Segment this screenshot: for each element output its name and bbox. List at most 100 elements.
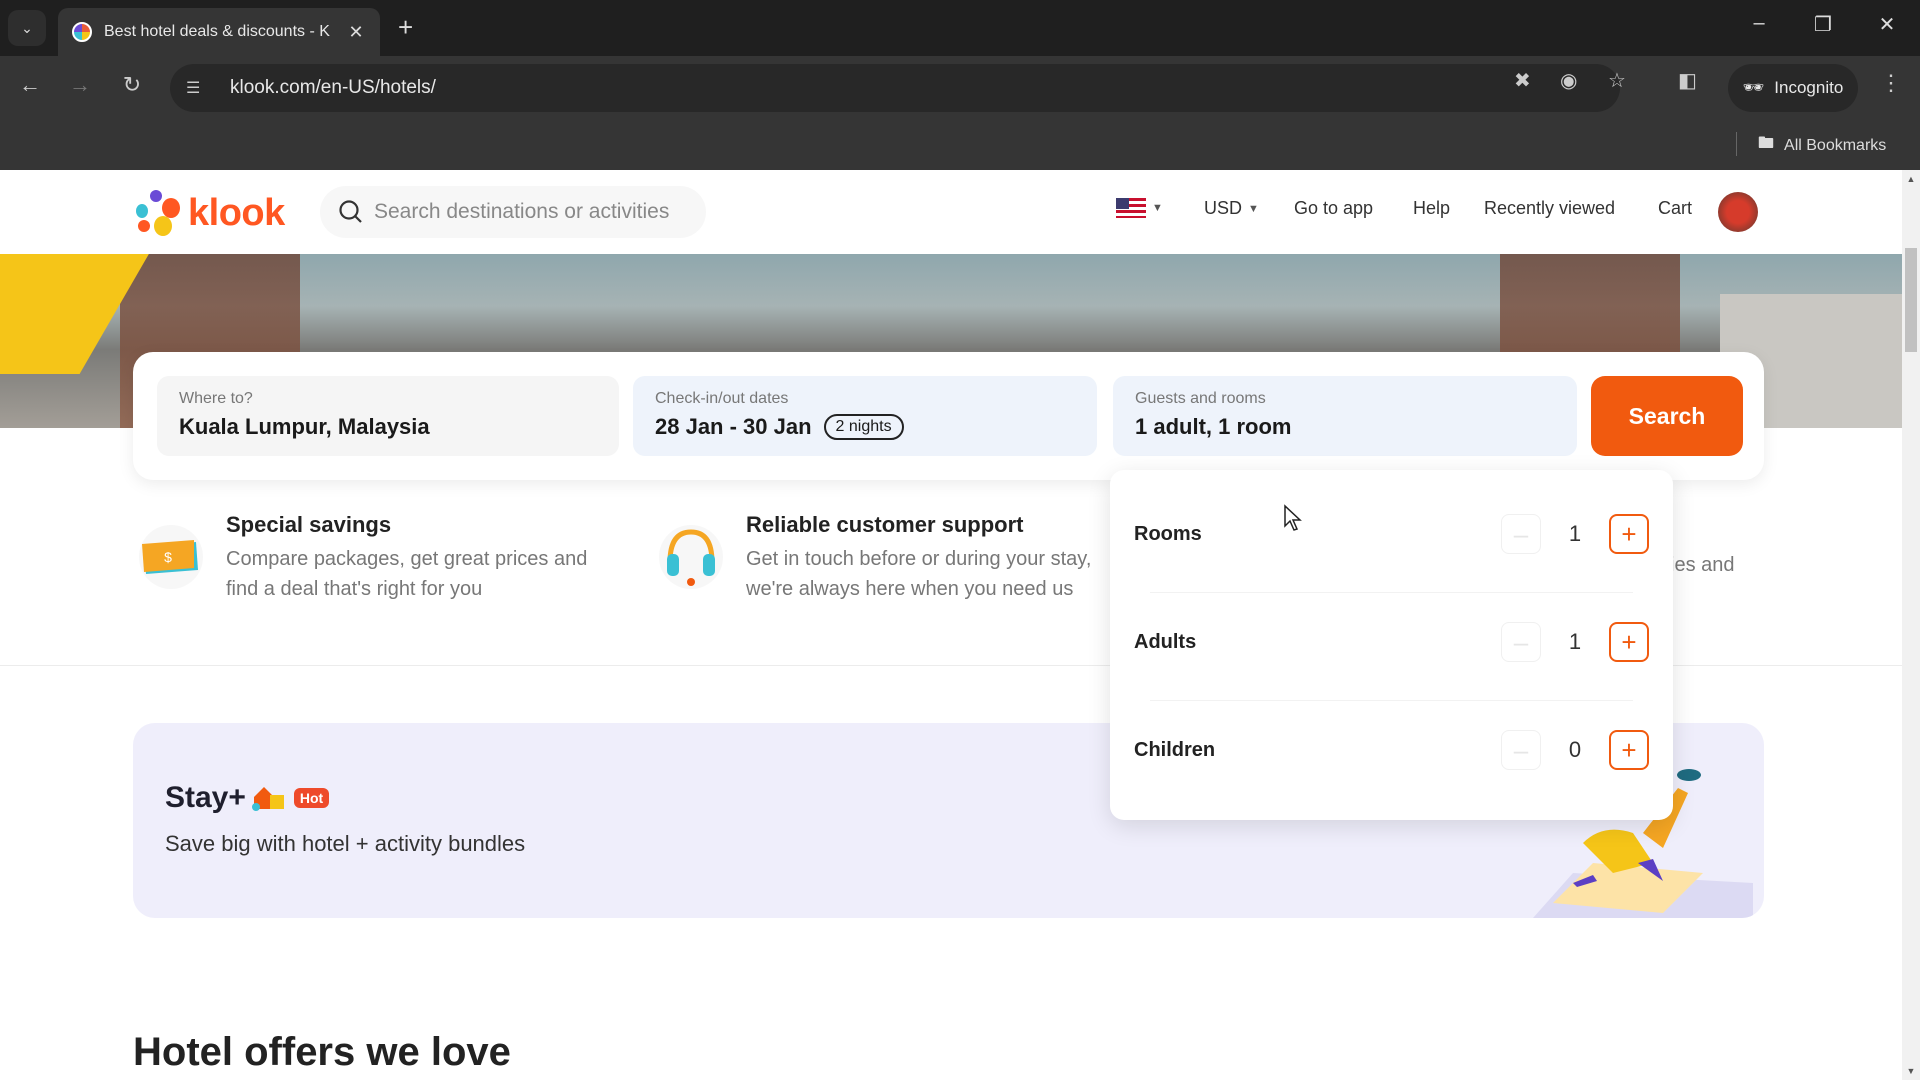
feature-title: Special savings — [226, 512, 392, 537]
headset-icon — [659, 525, 723, 589]
caret-down-icon: ▼ — [1248, 202, 1259, 215]
destination-value: Kuala Lumpur, Malaysia — [179, 414, 430, 439]
hotel-offers-heading: Hotel offers we love — [133, 1030, 511, 1074]
klook-logo[interactable]: klook — [132, 190, 285, 236]
language-selector[interactable]: ▼ — [1116, 198, 1163, 218]
close-window-icon[interactable]: ✕ — [1872, 12, 1902, 37]
guests-field[interactable]: Guests and rooms 1 adult, 1 room — [1113, 376, 1577, 456]
minimize-icon[interactable]: – — [1744, 12, 1774, 35]
all-bookmarks-button[interactable]: 🖿 All Bookmarks — [1758, 132, 1886, 159]
eye-off-icon[interactable]: ◉ — [1560, 68, 1577, 93]
bookmark-star-icon[interactable]: ☆ — [1608, 68, 1626, 93]
feature-title: Reliable customer support — [746, 512, 1024, 537]
scrollbar-thumb[interactable] — [1905, 248, 1917, 352]
nav-go-to-app[interactable]: Go to app — [1294, 198, 1373, 219]
page-viewport: klook Search destinations or activities … — [0, 170, 1902, 1080]
address-bar[interactable]: ☰ klook.com/en-US/hotels/ — [170, 64, 1620, 112]
browser-tab-strip: ⌄ Best hotel deals & discounts - K ✕ + –… — [0, 0, 1920, 56]
close-tab-icon[interactable]: ✕ — [346, 22, 366, 43]
user-avatar[interactable] — [1718, 192, 1758, 232]
minus-icon: – — [1513, 626, 1529, 657]
site-header: klook Search destinations or activities … — [0, 170, 1902, 254]
us-flag-icon — [1116, 198, 1146, 218]
destination-field[interactable]: Where to? Kuala Lumpur, Malaysia — [157, 376, 619, 456]
search-button[interactable]: Search — [1591, 376, 1743, 456]
scroll-down-arrow-icon[interactable]: ▼ — [1902, 1066, 1920, 1076]
mouse-cursor-icon — [1284, 504, 1302, 531]
house-ticket-icon — [251, 787, 284, 811]
folder-icon: 🖿 — [1758, 135, 1775, 152]
site-info-icon[interactable]: ☰ — [186, 78, 216, 98]
bookmarks-bar: 🖿 All Bookmarks — [0, 120, 1920, 170]
rooms-decrement-button[interactable]: – — [1501, 514, 1541, 554]
dates-label: Check-in/out dates — [655, 390, 789, 407]
chevron-down-icon: ⌄ — [21, 19, 33, 36]
nav-help[interactable]: Help — [1413, 198, 1450, 219]
forward-icon[interactable]: → — [64, 72, 96, 98]
children-row: Children – 0 + — [1134, 720, 1649, 780]
plus-icon: + — [1621, 734, 1637, 765]
incognito-indicator[interactable]: 🕶 Incognito — [1728, 64, 1858, 112]
guests-value: 1 adult, 1 room — [1135, 414, 1292, 439]
feature-special-savings: $ Special savings Compare packages, get … — [138, 510, 616, 604]
savings-money-icon: $ — [139, 525, 203, 589]
logo-text: klook — [188, 191, 285, 234]
feature-partial: cies and — [1660, 544, 1860, 580]
adults-label: Adults — [1134, 630, 1197, 653]
children-decrement-button[interactable]: – — [1501, 730, 1541, 770]
new-tab-button[interactable]: + — [398, 12, 413, 43]
adults-increment-button[interactable]: + — [1609, 622, 1649, 662]
destination-label: Where to? — [179, 390, 253, 407]
page-scrollbar[interactable]: ▲ ▼ — [1902, 170, 1920, 1080]
nav-cart[interactable]: Cart — [1658, 198, 1692, 219]
adults-decrement-button[interactable]: – — [1501, 622, 1541, 662]
svg-text:$: $ — [164, 549, 172, 565]
guests-rooms-dropdown: Rooms – 1 + Adults – 1 + Children – 0 + — [1110, 470, 1673, 820]
url-text[interactable]: klook.com/en-US/hotels/ — [230, 77, 436, 99]
currency-selector[interactable]: USD ▼ — [1204, 198, 1259, 219]
plus-icon: + — [1621, 626, 1637, 657]
hot-badge: Hot — [293, 788, 330, 808]
plus-icon: + — [1621, 518, 1637, 549]
incognito-icon: 🕶 — [1742, 78, 1765, 97]
back-icon[interactable]: ← — [14, 72, 46, 98]
browser-tab[interactable]: Best hotel deals & discounts - K ✕ — [58, 8, 380, 56]
rooms-stepper: – 1 + — [1501, 514, 1649, 554]
feature-desc: Get in touch before or during your stay,… — [746, 548, 1092, 600]
browser-menu-icon[interactable]: ⋮ — [1880, 70, 1902, 96]
children-value: 0 — [1568, 737, 1582, 762]
nights-badge: 2 nights — [823, 414, 904, 440]
dates-field[interactable]: Check-in/out dates 28 Jan - 30 Jan 2 nig… — [633, 376, 1097, 456]
stay-plus-title: Stay+ Hot — [165, 781, 330, 815]
nav-recently-viewed[interactable]: Recently viewed — [1484, 198, 1615, 219]
reload-icon[interactable]: ↻ — [116, 72, 148, 98]
children-stepper: – 0 + — [1501, 730, 1649, 770]
children-label: Children — [1134, 738, 1216, 761]
rooms-row: Rooms – 1 + — [1134, 504, 1649, 564]
currency-label: USD — [1204, 198, 1243, 218]
restore-icon[interactable]: ❐ — [1808, 12, 1838, 37]
adults-value: 1 — [1568, 629, 1582, 654]
hotel-search-form: Where to? Kuala Lumpur, Malaysia Check-i… — [133, 352, 1764, 480]
location-off-icon[interactable]: ✖ — [1514, 68, 1531, 93]
scroll-up-arrow-icon[interactable]: ▲ — [1902, 174, 1920, 184]
rooms-increment-button[interactable]: + — [1609, 514, 1649, 554]
row-divider — [1150, 592, 1633, 593]
children-increment-button[interactable]: + — [1609, 730, 1649, 770]
side-panel-icon[interactable]: ◧ — [1678, 68, 1697, 93]
incognito-label: Incognito — [1774, 78, 1844, 97]
search-icon — [339, 200, 362, 223]
minus-icon: – — [1513, 734, 1529, 765]
rooms-value: 1 — [1568, 521, 1582, 546]
adults-row: Adults – 1 + — [1134, 612, 1649, 672]
tab-search-button[interactable]: ⌄ — [8, 10, 46, 46]
minus-icon: – — [1513, 518, 1529, 549]
stay-plus-subtitle: Save big with hotel + activity bundles — [165, 831, 526, 856]
feature-customer-support: Reliable customer support Get in touch b… — [658, 510, 1136, 604]
klook-logo-icon — [132, 190, 180, 236]
site-search-placeholder: Search destinations or activities — [374, 200, 670, 223]
guests-label: Guests and rooms — [1135, 390, 1266, 407]
adults-stepper: – 1 + — [1501, 622, 1649, 662]
stay-plus-label: Stay+ — [165, 781, 246, 814]
site-search-input[interactable]: Search destinations or activities — [320, 186, 706, 238]
